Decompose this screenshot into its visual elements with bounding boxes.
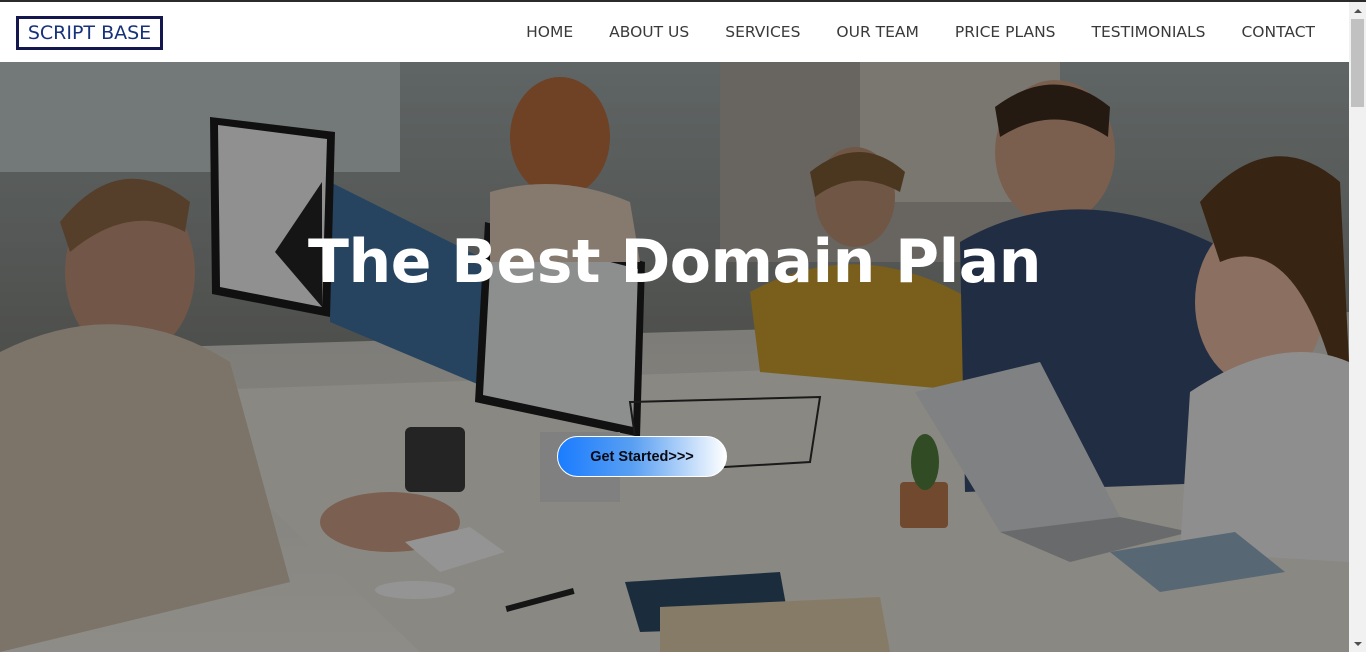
get-started-button[interactable]: Get Started>>> [557, 436, 727, 477]
hero-section: The Best Domain Plan Get Started>>> [0, 62, 1349, 652]
scroll-up-arrow-icon[interactable] [1349, 2, 1366, 19]
nav-item-contact[interactable]: CONTACT [1241, 23, 1315, 41]
main-nav: HOME ABOUT US SERVICES OUR TEAM PRICE PL… [490, 2, 1315, 62]
nav-item-home[interactable]: HOME [526, 23, 573, 41]
page: SCRIPT BASE HOME ABOUT US SERVICES OUR T… [0, 0, 1366, 652]
nav-item-price-plans[interactable]: PRICE PLANS [955, 23, 1056, 41]
scroll-down-arrow-icon[interactable] [1349, 635, 1366, 652]
nav-item-our-team[interactable]: OUR TEAM [836, 23, 918, 41]
nav-item-about-us[interactable]: ABOUT US [609, 23, 689, 41]
navbar: SCRIPT BASE HOME ABOUT US SERVICES OUR T… [0, 2, 1349, 62]
nav-item-services[interactable]: SERVICES [725, 23, 800, 41]
vertical-scrollbar[interactable] [1349, 2, 1366, 652]
hero-dark-overlay [0, 62, 1349, 652]
brand-logo[interactable]: SCRIPT BASE [16, 16, 163, 50]
hero-title: The Best Domain Plan [308, 227, 1041, 297]
nav-item-testimonials[interactable]: TESTIMONIALS [1092, 23, 1206, 41]
scrollbar-thumb[interactable] [1351, 19, 1364, 107]
